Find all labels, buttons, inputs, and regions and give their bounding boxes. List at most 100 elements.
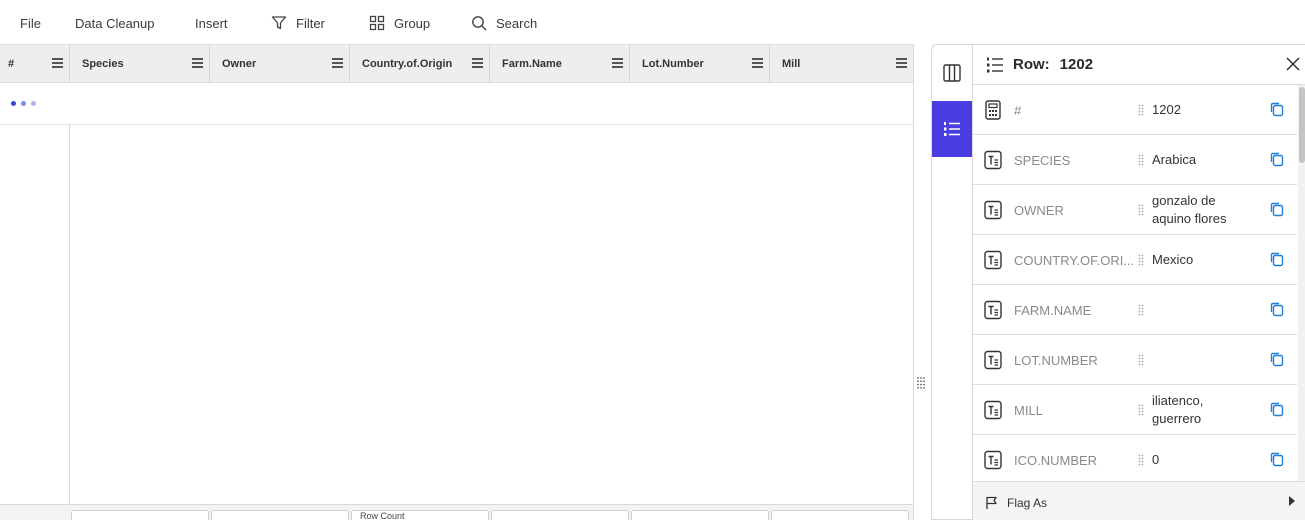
copy-icon[interactable] <box>1270 252 1284 267</box>
group-icon <box>369 15 385 31</box>
column-header-label: Mill <box>782 58 801 70</box>
field-name: ICO.NUMBER <box>1014 452 1098 468</box>
column-header-mill[interactable]: Mill <box>770 45 913 83</box>
loading-dot <box>31 101 36 106</box>
detail-row: #1202 <box>973 85 1297 135</box>
field-value[interactable]: Arabica <box>1152 135 1252 185</box>
field-value[interactable] <box>1152 335 1252 385</box>
detail-row: MILL iliatenco, guerrero <box>973 385 1297 435</box>
numbered-list-icon <box>944 122 960 136</box>
field-name: COUNTRY.OF.ORI... <box>1014 252 1134 268</box>
field-value[interactable]: Mexico <box>1152 235 1252 285</box>
search-label: Search <box>496 15 538 31</box>
filter-label: Filter <box>296 15 325 31</box>
panel-header: Row: 1202 <box>973 45 1305 85</box>
column-menu-icon[interactable] <box>896 58 907 68</box>
drag-handle-icon[interactable] <box>1138 254 1144 266</box>
drag-handle-icon[interactable] <box>1138 354 1144 366</box>
toolbar: File Data Cleanup Insert Filter Group Se… <box>0 0 1305 44</box>
detail-row: SPECIES Arabica <box>973 135 1297 185</box>
footer-aggregate-farm[interactable] <box>491 510 629 520</box>
column-header-label: Farm.Name <box>502 58 562 70</box>
insert-label: Insert <box>195 15 228 31</box>
text-type-icon <box>984 400 1002 420</box>
calculator-icon <box>985 100 1001 120</box>
flag-as-button[interactable]: Flag As <box>973 481 1305 520</box>
drag-handle-icon[interactable] <box>1138 204 1144 216</box>
footer-aggregate-country[interactable]: Row Count <box>351 510 489 520</box>
copy-icon[interactable] <box>1270 202 1284 217</box>
group-button[interactable]: Group <box>369 14 430 32</box>
drag-handle-icon[interactable] <box>1138 104 1144 116</box>
search-icon <box>472 16 487 31</box>
column-header-farm-name[interactable]: Farm.Name <box>490 45 630 83</box>
column-header-species[interactable]: Species <box>70 45 210 83</box>
column-menu-icon[interactable] <box>612 58 623 68</box>
filter-icon <box>271 16 287 30</box>
field-value[interactable] <box>1152 285 1252 335</box>
file-menu[interactable]: File <box>20 14 41 32</box>
scrollbar-thumb[interactable] <box>1299 87 1305 163</box>
field-name: FARM.NAME <box>1014 302 1092 318</box>
detail-row: COUNTRY.OF.ORI... Mexico <box>973 235 1297 285</box>
footer-aggregate-mill[interactable] <box>771 510 909 520</box>
field-name: SPECIES <box>1014 152 1071 168</box>
field-value[interactable]: iliatenco, guerrero <box>1152 385 1252 435</box>
data-cleanup-menu[interactable]: Data Cleanup <box>75 14 155 32</box>
column-header-label: Owner <box>222 58 257 70</box>
column-header-label: Lot.Number <box>642 58 704 70</box>
insert-menu[interactable]: Insert <box>195 14 228 32</box>
copy-icon[interactable] <box>1270 302 1284 317</box>
copy-icon[interactable] <box>1270 352 1284 367</box>
column-header-owner[interactable]: Owner <box>210 45 350 83</box>
flag-icon <box>986 496 997 509</box>
columns-icon <box>943 64 961 82</box>
drag-handle-icon[interactable] <box>1138 154 1144 166</box>
column-menu-icon[interactable] <box>192 58 203 68</box>
field-value[interactable]: gonzalo de aquino flores <box>1152 185 1252 235</box>
data-grid: # Species Owner Country.of.Origin Farm.N… <box>0 44 914 520</box>
text-type-icon <box>984 300 1002 320</box>
copy-icon[interactable] <box>1270 452 1284 467</box>
copy-icon[interactable] <box>1270 152 1284 167</box>
footer-aggregate-species[interactable] <box>71 510 209 520</box>
search-button[interactable]: Search <box>471 14 537 32</box>
drag-handle-icon[interactable] <box>1138 404 1144 416</box>
tab-columns[interactable] <box>932 45 972 101</box>
field-value[interactable]: 1202 <box>1152 85 1252 135</box>
column-header-label: # <box>8 58 15 70</box>
field-value[interactable]: 0 <box>1152 435 1252 485</box>
group-label: Group <box>394 15 431 31</box>
side-tab-bar <box>931 44 972 520</box>
file-menu-label: File <box>20 15 41 31</box>
column-header-country-of-origin[interactable]: Country.of.Origin <box>350 45 490 83</box>
grid-footer: Row Count <box>0 504 913 520</box>
footer-aggregate-lot[interactable] <box>631 510 769 520</box>
copy-icon[interactable] <box>1270 102 1284 117</box>
tab-row-details[interactable] <box>932 101 972 157</box>
filter-button[interactable]: Filter <box>271 14 325 32</box>
loading-dot <box>11 101 16 106</box>
column-header-lot-number[interactable]: Lot.Number <box>630 45 770 83</box>
drag-handle-icon[interactable] <box>1138 304 1144 316</box>
copy-icon[interactable] <box>1270 402 1284 417</box>
text-type-icon <box>984 200 1002 220</box>
row-details-panel: Row: 1202 #1202 SPECIES Arabica OWNER gonzalo… <box>972 44 1305 520</box>
detail-row: OWNER gonzalo de aquino flores <box>973 185 1297 235</box>
column-menu-icon[interactable] <box>472 58 483 68</box>
grid-header-row: # Species Owner Country.of.Origin Farm.N… <box>0 44 913 83</box>
column-menu-icon[interactable] <box>752 58 763 68</box>
detail-row: LOT.NUMBER <box>973 335 1297 385</box>
column-header-row-number[interactable]: # <box>0 45 70 83</box>
close-icon[interactable] <box>1285 56 1301 72</box>
panel-scrollbar[interactable] <box>1298 85 1305 481</box>
footer-aggregate-owner[interactable] <box>211 510 349 520</box>
text-type-icon <box>984 150 1002 170</box>
drag-handle-icon[interactable] <box>1138 454 1144 466</box>
panel-splitter-handle[interactable] <box>916 376 926 390</box>
column-menu-icon[interactable] <box>332 58 343 68</box>
text-type-icon <box>984 350 1002 370</box>
column-header-label: Species <box>82 58 124 70</box>
column-menu-icon[interactable] <box>52 58 63 68</box>
field-name: # <box>1014 102 1022 118</box>
